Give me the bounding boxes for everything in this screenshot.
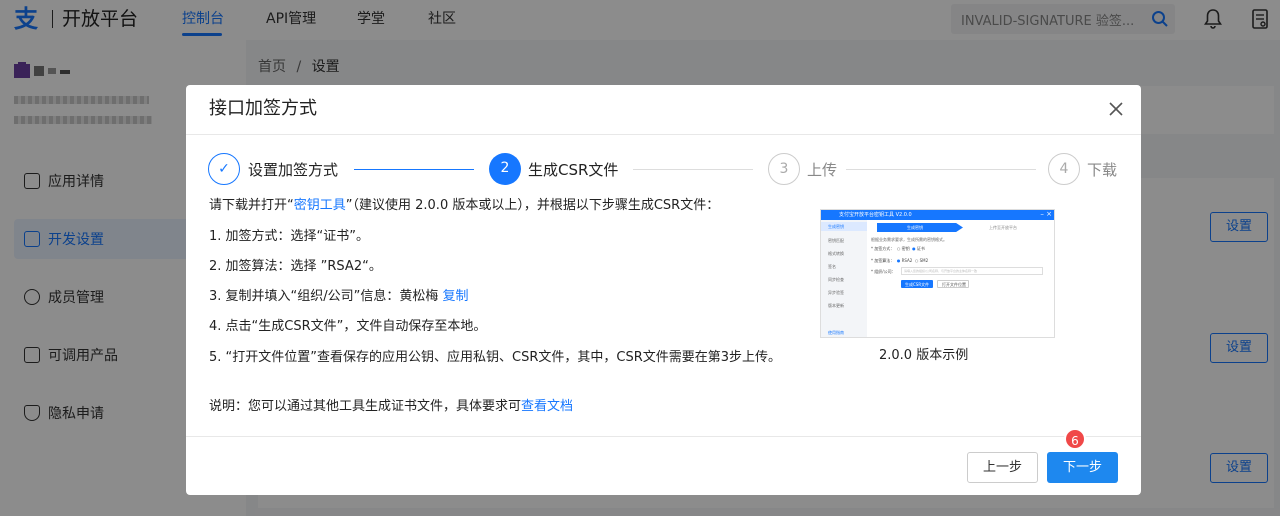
preview-side-item: 异步验签 [828,290,844,295]
key-tool-link[interactable]: 密钥工具 [294,198,346,213]
signing-method-dialog: 接口加签方式 ✓ 设置加签方式 2 生成CSR文件 3 上传 4 下载 请下载并… [186,85,1141,495]
preview-option: RSA2 [901,258,913,263]
copy-link[interactable]: 复制 [443,289,469,304]
preview-open-folder-button: 打开文件位置 [937,280,969,288]
preview-option: SM2 [919,258,929,263]
next-step-button[interactable]: 下一步 [1047,452,1118,483]
preview-generate-button: 生成CSR文件 [901,280,933,288]
preview-row-algorithm: * 加签算法： ● RSA2 ○ SM2 [871,258,929,263]
step-badge: 6 [1064,428,1086,450]
instruction-step-3-text: 3. 复制并填入“组织/公司”信息：黄松梅 [209,289,443,304]
preview-step-2: 上传至开放平台 [989,225,1017,230]
preview-window-controls: – × [1040,210,1052,218]
step-3-label: 上传 [807,161,838,179]
step-1-label: 设置加签方式 [248,161,339,179]
step-4-label: 下载 [1087,161,1118,179]
preview-side-item: 生成密钥 [828,224,844,229]
intro-prefix: 请下载并打开“ [209,198,294,213]
preview-side-item: 密钥匹配 [828,238,844,243]
preview-footer-link: 使用指南 [828,330,844,335]
instruction-step-2: 2. 加签算法：选择 ”RSA2“。 [209,259,382,274]
preview-side-item: 版本更新 [828,303,844,308]
preview-button-label: 打开文件位置 [942,282,966,287]
step-3-indicator: 3 [768,153,800,185]
preview-side-item: 签名 [828,264,836,269]
preview-row-label: * 加签算法： [871,258,895,263]
preview-option: 证书 [916,246,925,251]
instruction-step-4: 4. 点击“生成CSR文件”，文件自动保存至本地。 [209,319,487,334]
instruction-step-3: 3. 复制并填入“组织/公司”信息：黄松梅 复制 [209,288,469,306]
key-tool-preview-image: 支付宝开放平台密钥工具 V2.0.0 – × 生成密钥 密钥匹配 格式转换 签名… [820,209,1055,338]
preview-button-label: 生成CSR文件 [905,282,930,287]
intro-text: 请下载并打开“密钥工具”（建议使用 2.0.0 版本或以上），并根据以下步骤生成… [209,197,719,215]
step-2-label: 生成CSR文件 [528,161,619,179]
intro-suffix: ”（建议使用 2.0.0 版本或以上），并根据以下步骤生成CSR文件： [345,198,720,213]
preview-side-item: 格式转换 [828,251,844,256]
preview-side-item: 同步检查 [828,277,844,282]
instruction-step-5: 5. “打开文件位置”查看保存的应用公钥、应用私钥、CSR文件，其中，CSR文件… [209,350,782,365]
previous-step-button[interactable]: 上一步 [967,452,1038,483]
preview-row-label: * 加签方式： [871,246,895,251]
preview-row-signing: * 加签方式： ○ 密钥 ● 证书 [871,246,925,251]
step-2-indicator: 2 [489,153,521,185]
preview-row-label: * 组织/公司： [871,269,896,274]
preview-row-org: * 组织/公司： [871,269,896,275]
preview-titlebar: 支付宝开放平台密钥工具 V2.0.0 – × [821,210,1054,220]
step-connector [846,169,1036,170]
close-icon[interactable] [1109,102,1123,116]
preview-title: 支付宝开放平台密钥工具 V2.0.0 [839,212,912,218]
preview-org-placeholder: 请填入您的组织/公司名称，与开放平台的主体名称一致 [904,269,978,273]
header-divider [186,134,1141,135]
preview-caption: 2.0.0 版本示例 [879,348,969,363]
note-prefix: 说明：您可以通过其他工具生成证书文件，具体要求可 [209,399,522,414]
dialog-title: 接口加签方式 [209,98,317,119]
instruction-step-1: 1. 加签方式：选择“证书”。 [209,229,370,244]
footer-divider [186,436,1141,437]
preview-step-active: 生成密钥 [877,223,963,232]
view-docs-link[interactable]: 查看文档 [521,399,573,414]
preview-option: 密钥 [901,246,910,251]
step-4-indicator: 4 [1048,153,1080,185]
preview-sidebar: 生成密钥 密钥匹配 格式转换 签名 同步检查 异步验签 版本更新 使用指南 [821,220,867,337]
step-connector [354,169,474,170]
step-connector [633,169,753,170]
note-text: 说明：您可以通过其他工具生成证书文件，具体要求可查看文档 [209,398,573,416]
step-1-check-icon: ✓ [208,153,240,185]
preview-org-input: 请填入您的组织/公司名称，与开放平台的主体名称一致 [901,267,1043,275]
preview-step-label: 生成密钥 [907,225,923,230]
preview-hint: 根据业务需求要求，生成所需的密钥格式。 [871,237,947,242]
